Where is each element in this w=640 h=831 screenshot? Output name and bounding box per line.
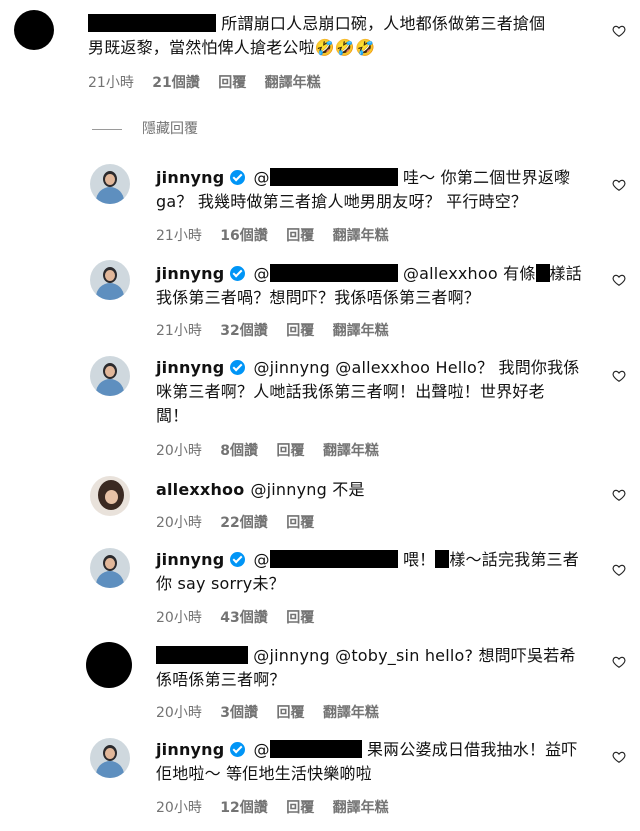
reply-text: jinnyng @ @allexxhoo 有條 樣話 我係第三者喎？想問吓？我係唔係… (156, 264, 582, 307)
translate-button[interactable]: 翻譯年糕 (333, 323, 389, 339)
timestamp: 21小時 (156, 323, 202, 339)
heart-icon[interactable] (612, 178, 626, 192)
redacted-name (535, 264, 550, 282)
redacted-username (88, 14, 216, 32)
redacted-mention (269, 264, 398, 282)
avatar[interactable] (90, 476, 130, 516)
timestamp: 20小時 (156, 610, 202, 626)
translate-button[interactable]: 翻譯年糕 (323, 705, 379, 721)
translate-button[interactable]: 翻譯年糕 (333, 228, 389, 244)
avatar[interactable] (14, 10, 54, 50)
redacted-name (435, 550, 450, 568)
timestamp: 21小時 (88, 75, 134, 91)
heart-icon[interactable] (612, 563, 626, 577)
hide-replies-toggle[interactable]: 隱藏回覆 (92, 118, 198, 138)
redacted-mention (269, 740, 362, 758)
heart-icon[interactable] (612, 750, 626, 764)
username[interactable]: jinnyng (156, 740, 224, 759)
comment-meta: 21小時 16個讚 回覆 翻譯年糕 (156, 225, 403, 245)
heart-icon[interactable] (612, 488, 626, 502)
comment-meta: 20小時 22個讚 回覆 (156, 512, 328, 532)
reply-button[interactable]: 回覆 (276, 443, 304, 459)
divider (92, 128, 122, 130)
timestamp: 20小時 (156, 443, 202, 459)
comment-meta: 20小時 12個讚 回覆 翻譯年糕 (156, 797, 403, 817)
verified-badge-icon (230, 742, 246, 757)
comment-text: 所謂崩口人忌崩口碗，人地都係做第三者搶個 男既返黎，當然怕俾人搶老公啦🤣🤣🤣 (88, 14, 546, 57)
avatar[interactable] (90, 356, 130, 396)
reply-button[interactable]: 回覆 (286, 800, 314, 816)
reply-button[interactable]: 回覆 (286, 323, 314, 339)
heart-icon[interactable] (612, 369, 626, 383)
likes-count[interactable]: 3個讚 (220, 705, 258, 721)
username[interactable]: jinnyng (156, 358, 224, 377)
username[interactable]: allexxhoo (156, 480, 244, 499)
likes-count[interactable]: 8個讚 (220, 443, 258, 459)
likes-count[interactable]: 12個讚 (220, 800, 267, 816)
redacted-mention (269, 168, 398, 186)
verified-badge-icon (230, 170, 246, 185)
avatar[interactable] (86, 642, 132, 688)
avatar[interactable] (90, 548, 130, 588)
reply-text: jinnyng @ 喂！ 樣～話完我第三者 你 say sorry未？ (156, 550, 579, 593)
likes-count[interactable]: 21個讚 (152, 75, 199, 91)
likes-count[interactable]: 22個讚 (220, 515, 267, 531)
verified-badge-icon (230, 360, 246, 375)
likes-count[interactable]: 16個讚 (220, 228, 267, 244)
comment-meta: 20小時 43個讚 回覆 (156, 607, 328, 627)
likes-count[interactable]: 32個讚 (220, 323, 267, 339)
reply-text: jinnyng @jinnyng @allexxhoo Hello？ 我問你我係 … (156, 358, 580, 425)
reply-text: jinnyng @ 果兩公婆成日借我抽水！益吓 佢地啦～ 等佢地生活快樂啲啦 (156, 740, 578, 783)
heart-icon[interactable] (612, 655, 626, 669)
comment-meta: 20小時 3個讚 回覆 翻譯年糕 (156, 702, 393, 722)
avatar[interactable] (90, 260, 130, 300)
reply-button[interactable]: 回覆 (286, 610, 314, 626)
comment-meta: 21小時 32個讚 回覆 翻譯年糕 (156, 320, 403, 340)
translate-button[interactable]: 翻譯年糕 (323, 443, 379, 459)
heart-icon[interactable] (612, 24, 626, 38)
username[interactable]: jinnyng (156, 168, 224, 187)
translate-button[interactable]: 翻譯年糕 (265, 75, 321, 91)
likes-count[interactable]: 43個讚 (220, 610, 267, 626)
username[interactable]: jinnyng (156, 264, 224, 283)
reply-button[interactable]: 回覆 (218, 75, 246, 91)
translate-button[interactable]: 翻譯年糕 (333, 800, 389, 816)
verified-badge-icon (230, 266, 246, 281)
redacted-mention (269, 550, 398, 568)
timestamp: 20小時 (156, 515, 202, 531)
comment-meta: 20小時 8個讚 回覆 翻譯年糕 (156, 440, 393, 460)
comment-meta: 21小時 21個讚 回覆 翻譯年糕 (88, 72, 335, 92)
reply-button[interactable]: 回覆 (286, 515, 314, 531)
reply-text: allexxhoo @jinnyng 不是 (156, 480, 365, 499)
avatar[interactable] (90, 738, 130, 778)
verified-badge-icon (230, 552, 246, 567)
reply-button[interactable]: 回覆 (286, 228, 314, 244)
reply-text: jinnyng @ 哇～ 你第二個世界返嚟 ga？ 我幾時做第三者搶人哋男朋友呀？… (156, 168, 571, 211)
timestamp: 20小時 (156, 800, 202, 816)
avatar[interactable] (90, 164, 130, 204)
username[interactable]: jinnyng (156, 550, 224, 569)
timestamp: 21小時 (156, 228, 202, 244)
heart-icon[interactable] (612, 273, 626, 287)
timestamp: 20小時 (156, 705, 202, 721)
redacted-username (156, 646, 248, 664)
reply-text: @jinnyng @toby_sin hello? 想問吓吳若希 係唔係第三者啊… (156, 646, 576, 689)
reply-button[interactable]: 回覆 (276, 705, 304, 721)
